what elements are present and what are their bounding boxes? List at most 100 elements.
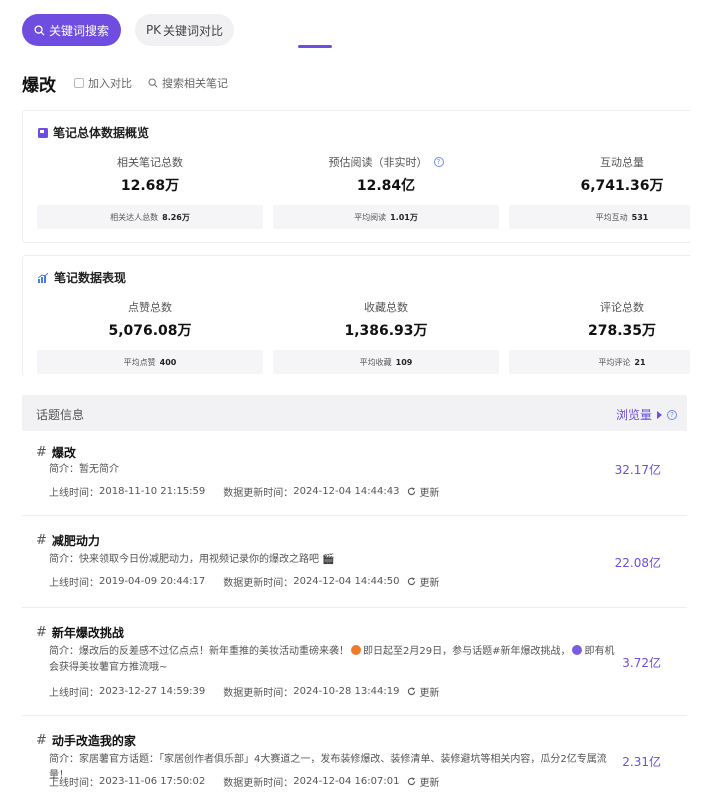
refresh-button[interactable]: 更新 — [407, 774, 439, 789]
topic-meta: 上线时间： 2019-04-09 20:44:17 数据更新时间： 2024-12-… — [49, 574, 439, 589]
refresh-icon — [408, 777, 416, 786]
tab-keyword-search-label: 关键词搜索 — [48, 23, 109, 38]
metric-comments: 评论总数 278.35万 平均评论 21 — [509, 296, 690, 376]
metric-sub-value: 1.01万 — [390, 212, 418, 222]
topic-views: 32.17亿 — [614, 463, 661, 477]
desc-label: 简介： — [49, 554, 79, 565]
metric-label-text: 预估阅读（非实时） — [328, 156, 428, 169]
online-time: 2019-04-09 20:44:17 — [99, 576, 206, 587]
performance-card: 笔记数据表现 点赞总数 5,076.08万 平均点赞 400 收藏总数 1,38… — [22, 255, 690, 377]
sort-by-views[interactable]: 浏览量 ? — [616, 406, 677, 423]
metric-sub-label: 相关达人总数 — [110, 212, 159, 222]
metric-label: 收藏总数 — [364, 301, 408, 314]
metric-value: 12.84亿 — [356, 178, 416, 194]
metric-label: 互动总量 — [600, 156, 644, 169]
topic-item[interactable]: # 减肥动力 简介：快来领取今日份减肥动力，用视频记录你的爆改之路吧 🎬 上线时… — [22, 524, 687, 608]
updated-label: 数据更新时间： — [223, 488, 294, 499]
topic-name[interactable]: # 减肥动力 — [36, 532, 100, 549]
metric-estimated-reads: 预估阅读（非实时） ? 12.84亿 平均阅读 1.01万 — [273, 151, 499, 231]
topic-name-text: 减肥动力 — [51, 534, 100, 548]
search-icon — [34, 24, 45, 36]
sort-arrow-icon — [657, 410, 662, 419]
desc-text: 爆改后的反差感不过亿点点！新年重推的美妆活动重磅来袭！ — [79, 646, 349, 657]
refresh-button[interactable]: 更新 — [407, 484, 439, 499]
desc-text: 快来领取今日份减肥动力，用视频记录你的爆改之路吧 🎬 — [79, 554, 335, 565]
online-label: 上线时间： — [49, 578, 99, 589]
metric-value: 278.35万 — [587, 323, 657, 339]
refresh-label: 更新 — [419, 578, 440, 589]
help-icon[interactable]: ? — [433, 157, 444, 167]
topic-item[interactable]: # 爆改 简介：暂无简介 上线时间： 2018-11-10 21:15:59 数据… — [22, 436, 687, 516]
topic-name-text: 新年爆改挑战 — [51, 626, 124, 640]
metric-likes: 点赞总数 5,076.08万 平均点赞 400 — [37, 296, 263, 376]
fire-emoji-icon — [351, 645, 361, 655]
overview-title: 笔记总体数据概览 — [38, 124, 149, 141]
metric-sub-value: 109 — [395, 357, 413, 367]
metric-sub-label: 平均收藏 — [359, 357, 392, 367]
add-compare-label: 加入对比 — [88, 77, 132, 90]
refresh-button[interactable]: 更新 — [407, 684, 439, 699]
topic-item[interactable]: # 新年爆改挑战 简介：爆改后的反差感不过亿点点！新年重推的美妆活动重磅来袭！ 即… — [22, 616, 687, 716]
metric-sub: 平均阅读 1.01万 — [273, 205, 499, 229]
metric-label: 评论总数 — [600, 301, 644, 314]
topic-desc: 简介：爆改后的反差感不过亿点点！新年重推的美妆活动重磅来袭！ 即日起至2月29日，… — [49, 644, 619, 676]
orb-emoji-icon — [572, 645, 583, 655]
metric-value: 6,741.36万 — [580, 178, 664, 194]
topic-desc: 简介：快来领取今日份减肥动力，用视频记录你的爆改之路吧 🎬 — [49, 552, 619, 568]
updated-label: 数据更新时间： — [223, 688, 294, 699]
metric-value: 1,386.93万 — [344, 323, 428, 339]
topic-desc: 简介：暂无简介 — [49, 462, 619, 478]
overview-title-text: 笔记总体数据概览 — [53, 126, 150, 140]
metric-sub: 平均点赞 400 — [37, 350, 263, 374]
metric-favorites: 收藏总数 1,386.93万 平均收藏 109 — [273, 296, 499, 376]
refresh-icon — [408, 577, 416, 586]
metric-label: 点赞总数 — [128, 301, 172, 314]
topic-item[interactable]: # 动手改造我的家 简介：家居薯官方话题：「家居创作者俱乐部」4大赛道之一，发布… — [22, 724, 687, 802]
topic-name[interactable]: # 动手改造我的家 — [36, 732, 136, 749]
online-label: 上线时间： — [49, 778, 99, 789]
topic-name[interactable]: # 新年爆改挑战 — [36, 624, 124, 641]
sort-by-views-label: 浏览量 — [615, 408, 652, 422]
hash-icon: # — [36, 533, 47, 548]
overview-metrics: 相关笔记总数 12.68万 相关达人总数 8.26万 预估阅读（非实时） ? 1… — [37, 151, 690, 231]
metric-value: 5,076.08万 — [108, 323, 192, 339]
tab-keyword-search[interactable]: 关键词搜索 — [22, 14, 121, 46]
performance-metrics: 点赞总数 5,076.08万 平均点赞 400 收藏总数 1,386.93万 平… — [37, 296, 690, 376]
search-notes-label: 搜索相关笔记 — [162, 77, 228, 90]
metric-sub-value: 8.26万 — [162, 212, 190, 222]
metric-sub-value: 400 — [159, 357, 177, 367]
notebook-icon — [38, 127, 48, 138]
metric-sub-value: 21 — [634, 357, 646, 367]
desc-label: 简介： — [49, 754, 79, 765]
metric-sub-label: 平均阅读 — [354, 212, 387, 222]
metric-label: 预估阅读（非实时） ? — [273, 154, 499, 170]
desc-text: 暂无简介 — [79, 464, 119, 475]
topic-views: 22.08亿 — [614, 556, 661, 570]
refresh-label: 更新 — [419, 688, 440, 699]
metric-sub: 平均互动 531 — [509, 205, 690, 229]
checkbox-icon — [74, 78, 84, 88]
metric-total-notes: 相关笔记总数 12.68万 相关达人总数 8.26万 — [37, 151, 263, 231]
add-compare-checkbox[interactable]: 加入对比 — [74, 75, 132, 91]
tab-keyword-compare[interactable]: PK 关键词对比 — [135, 14, 234, 46]
desc-text: 即日起至2月29日，参与话题#新年爆改挑战， — [363, 646, 571, 657]
online-time: 2023-12-27 14:59:39 — [99, 686, 206, 697]
online-label: 上线时间： — [49, 488, 99, 499]
performance-title: 笔记数据表现 — [38, 269, 126, 286]
help-icon[interactable]: ? — [667, 409, 677, 420]
updated-label: 数据更新时间： — [223, 578, 294, 589]
metric-value: 12.68万 — [120, 178, 180, 194]
overview-card: 笔记总体数据概览 相关笔记总数 12.68万 相关达人总数 8.26万 预估阅读… — [22, 110, 690, 243]
topics-title: 话题信息 — [36, 408, 85, 422]
hash-icon: # — [36, 733, 47, 748]
pk-badge: PK — [145, 23, 162, 37]
topic-name-text: 动手改造我的家 — [51, 734, 136, 748]
topic-meta: 上线时间： 2023-11-06 17:50:02 数据更新时间： 2024-12-… — [49, 774, 439, 789]
active-tab-indicator — [298, 45, 332, 48]
tab-bar: 关键词搜索 PK 关键词对比 — [22, 14, 282, 46]
topic-name[interactable]: # 爆改 — [36, 444, 76, 461]
search-notes-link[interactable]: 搜索相关笔记 — [148, 75, 228, 91]
updated-label: 数据更新时间： — [223, 778, 294, 789]
refresh-button[interactable]: 更新 — [407, 574, 439, 589]
desc-label: 简介： — [49, 646, 79, 657]
